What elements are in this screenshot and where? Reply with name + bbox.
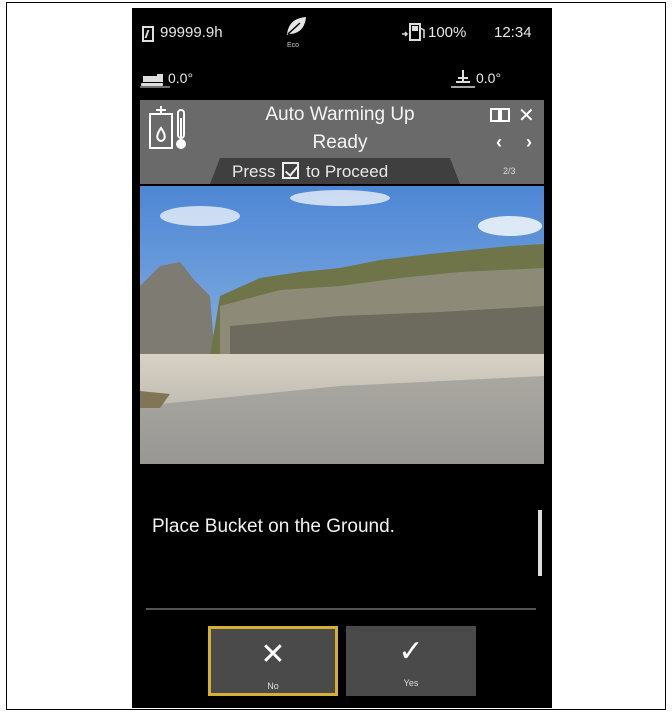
book-icon[interactable] [490,107,510,123]
chevron-right-icon[interactable]: › [526,132,532,153]
clock: 12:34 [494,24,532,41]
machine-angle-value: 0.0° [168,70,194,86]
inclination-bar: 0.0° 0.0° [132,62,552,92]
excavator-icon [140,74,170,88]
tilt-angle-value: 0.0° [476,70,502,86]
hour-meter-icon [142,26,154,42]
check-icon: ✓ [398,635,424,668]
close-icon[interactable]: ✕ [518,103,535,128]
quarry-photo [140,186,544,464]
instruction-message: Place Bucket on the Ground. [152,516,395,537]
no-button[interactable]: ✕ No [208,626,338,696]
guide-title: Auto Warming Up [265,104,415,125]
status-bar: 99999.9h Eco 100% 12:34 [132,8,552,54]
fuel-pump-icon [402,23,425,41]
yes-button[interactable]: ✓ Yes [346,626,476,696]
fuel-level: 100% [428,24,467,41]
guide-status: Ready [312,132,368,153]
hour-meter-value: 99999.9h [160,24,223,41]
tilt-icon [451,70,475,88]
x-icon: ✕ [260,638,286,671]
chevron-left-icon[interactable]: ‹ [496,132,502,153]
guidance-header: Auto Warming Up Ready ✕ ‹ › 2/3 Press to… [140,100,544,184]
coolant-temperature-icon [149,106,186,149]
proceed-prefix: Press [232,162,276,181]
page-indicator: 2/3 [503,166,516,176]
proceed-suffix: to Proceed [305,162,389,181]
eco-mode-label: Eco [287,42,300,49]
check-icon [282,162,300,179]
proceed-instruction: Press to Proceed [232,162,452,182]
divider [146,608,536,610]
no-button-label: No [267,681,279,691]
yes-button-label: Yes [403,678,419,688]
leaf-icon [287,17,306,35]
monitor-screen: 99999.9h Eco 100% 12:34 0.0° 0.0° Auto W… [132,8,552,708]
scrollbar[interactable] [538,510,542,576]
